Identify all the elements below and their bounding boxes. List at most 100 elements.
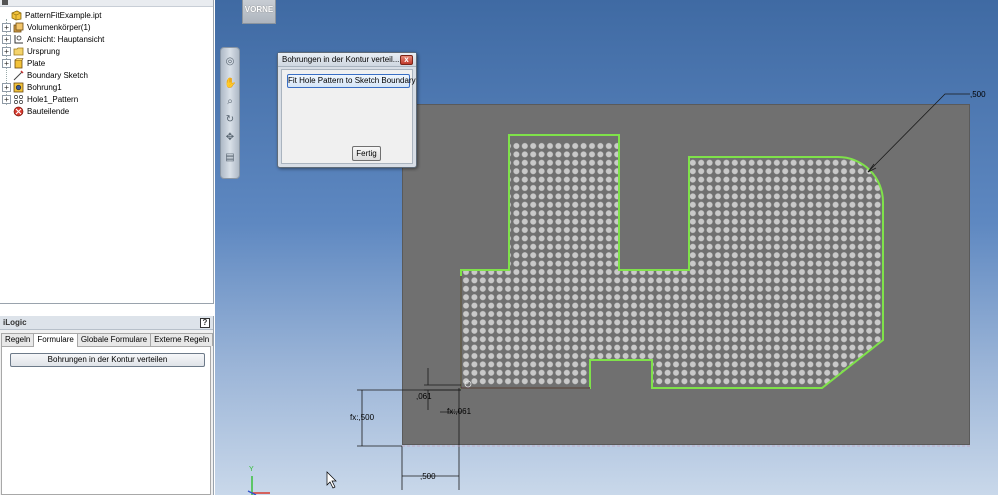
hole [656, 209, 663, 217]
hole [605, 344, 612, 351]
hole [555, 184, 562, 192]
hole [521, 378, 528, 385]
hole [807, 277, 814, 284]
hole [622, 260, 629, 267]
done-button[interactable]: Fertig [352, 146, 381, 161]
hole [521, 277, 528, 284]
hole [496, 235, 503, 242]
hole [555, 327, 562, 334]
tab-formulare[interactable]: Formulare [33, 333, 78, 347]
hole [874, 167, 881, 175]
hole [857, 193, 864, 200]
hole [504, 327, 512, 334]
hole [706, 218, 713, 225]
hole [798, 251, 806, 259]
hole [857, 235, 864, 242]
close-icon[interactable]: x [400, 55, 413, 65]
hole [471, 226, 478, 234]
hole [462, 184, 470, 192]
hole [664, 260, 671, 267]
hole [874, 235, 881, 242]
hole [580, 277, 587, 284]
hole [748, 235, 755, 242]
hole [496, 226, 503, 234]
hole [622, 151, 629, 158]
hole [840, 176, 848, 183]
hole [740, 167, 747, 175]
hole [748, 369, 755, 376]
hole [656, 184, 663, 192]
hole [462, 142, 470, 150]
dimension-horizontal-offset[interactable]: fx:,061 [447, 407, 471, 416]
hole [488, 176, 495, 183]
hole [588, 285, 596, 292]
hole [840, 352, 848, 360]
hole [630, 327, 638, 334]
hole [765, 319, 772, 326]
hole [866, 235, 873, 242]
hole [664, 226, 671, 234]
hole [840, 302, 848, 309]
hole [530, 352, 537, 360]
hole [874, 294, 881, 301]
dimension-edge-horizontal[interactable]: ,500 [420, 472, 436, 481]
hole [807, 268, 814, 276]
hole [538, 361, 545, 368]
hole [706, 361, 713, 368]
hole [849, 176, 856, 183]
hole [605, 218, 612, 225]
hole [765, 251, 772, 259]
hole [706, 209, 713, 217]
hole [496, 184, 503, 192]
hole [731, 327, 738, 334]
hole [496, 344, 503, 351]
hole [563, 159, 570, 167]
hole [773, 302, 780, 309]
hole [689, 294, 696, 301]
hole [672, 235, 680, 242]
hole [521, 344, 528, 351]
hole [756, 209, 764, 217]
hole [706, 336, 713, 343]
dimension-vertical-offset[interactable]: ,061 [416, 392, 432, 401]
hole [731, 167, 738, 175]
hole [580, 184, 587, 192]
hole [756, 235, 764, 242]
hole [748, 209, 755, 217]
hole [790, 218, 797, 225]
hole [639, 302, 646, 309]
hole [462, 369, 470, 376]
hole [840, 285, 848, 292]
hole [462, 310, 470, 318]
hole [773, 319, 780, 326]
hole [563, 235, 570, 242]
hole [530, 243, 537, 251]
fit-hole-pattern-button[interactable]: Fit Hole Pattern to Sketch Boundary [287, 74, 416, 88]
hole [664, 151, 671, 158]
hole [681, 235, 688, 242]
hole [840, 319, 848, 326]
hole [639, 201, 646, 209]
hole [622, 201, 629, 209]
hole [664, 361, 671, 368]
hole [639, 167, 646, 175]
hole [765, 226, 772, 234]
hole [748, 159, 755, 167]
hole [790, 277, 797, 284]
hole [479, 369, 486, 376]
hole [790, 209, 797, 217]
hole [563, 184, 570, 192]
dimension-edge-vertical[interactable]: fx:,500 [350, 413, 374, 422]
hole [824, 251, 831, 259]
hole-pattern [462, 142, 881, 385]
hole [798, 176, 806, 183]
hole [555, 294, 562, 301]
hole [681, 294, 688, 301]
hole [597, 176, 604, 183]
hole [605, 243, 612, 251]
hole [840, 268, 848, 276]
hole [530, 344, 537, 351]
hole [866, 260, 873, 267]
hole [782, 142, 789, 150]
dimension-radius[interactable]: ,500 [970, 90, 986, 99]
